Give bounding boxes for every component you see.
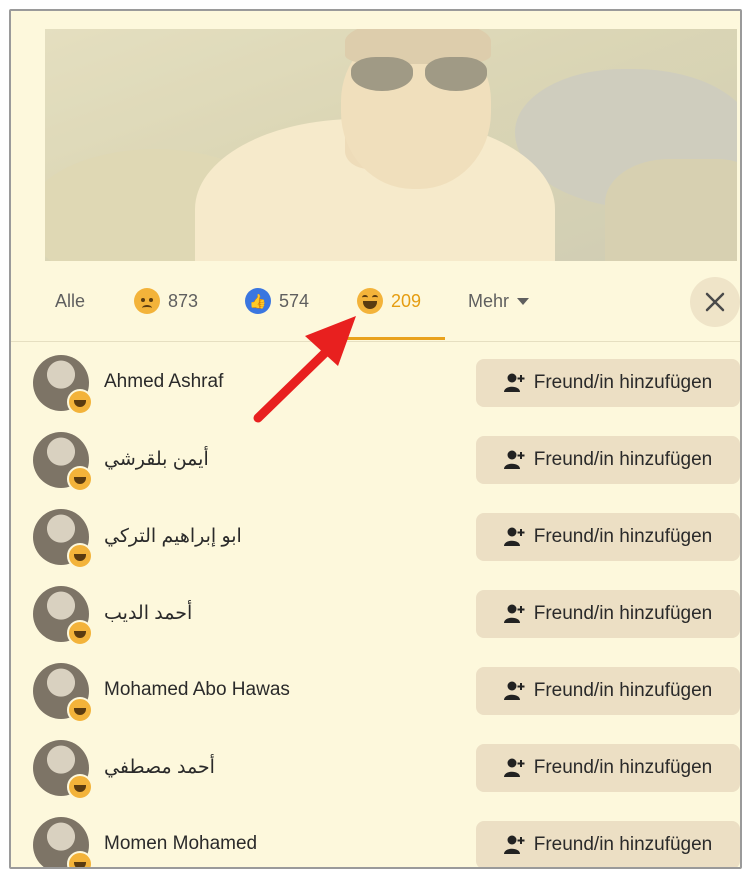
tab-more[interactable]: Mehr — [468, 283, 530, 319]
add-friend-button[interactable]: Freund/in hinzufügen — [476, 436, 740, 484]
add-friend-icon — [503, 450, 525, 469]
add-friend-icon — [503, 758, 525, 777]
list-item: أحمد مصطفي Freund/in hinzufügen — [11, 734, 740, 811]
avatar[interactable] — [33, 355, 93, 415]
list-item: Momen Mohamed Freund/in hinzufügen — [11, 811, 740, 867]
add-friend-icon — [503, 604, 525, 623]
add-friend-label: Freund/in hinzufügen — [533, 834, 713, 855]
reaction-tabs: Alle 873 👍 574 209 Mehr — [11, 261, 740, 342]
list-item: أحمد الديب Freund/in hinzufügen — [11, 580, 740, 657]
add-friend-button[interactable]: Freund/in hinzufügen — [476, 513, 740, 561]
avatar[interactable] — [33, 817, 93, 867]
list-item: Ahmed Ashraf Freund/in hinzufügen — [11, 349, 740, 426]
reactions-dialog: Alle 873 👍 574 209 Mehr Ahmed Ashraf Fre… — [9, 9, 742, 869]
avatar[interactable] — [33, 740, 93, 800]
person-name[interactable]: Mohamed Abo Hawas — [104, 679, 290, 701]
add-friend-button[interactable]: Freund/in hinzufügen — [476, 359, 740, 407]
person-name[interactable]: ابو إبراهيم التركي — [104, 525, 242, 548]
cover-photo — [45, 29, 737, 261]
sad-reaction-icon — [134, 288, 160, 314]
avatar[interactable] — [33, 509, 93, 569]
haha-reaction-icon — [67, 697, 93, 723]
add-friend-button[interactable]: Freund/in hinzufügen — [476, 744, 740, 792]
tab-more-label: Mehr — [468, 290, 510, 311]
tab-haha-count: 209 — [391, 290, 422, 311]
add-friend-label: Freund/in hinzufügen — [533, 372, 713, 393]
tab-like-count: 574 — [279, 290, 310, 311]
list-item: Mohamed Abo Hawas Freund/in hinzufügen — [11, 657, 740, 734]
avatar[interactable] — [33, 663, 93, 723]
add-friend-button[interactable]: Freund/in hinzufügen — [476, 821, 740, 867]
person-name[interactable]: Ahmed Ashraf — [104, 371, 223, 393]
haha-reaction-icon — [67, 466, 93, 492]
add-friend-label: Freund/in hinzufügen — [533, 680, 713, 701]
tab-all[interactable]: Alle — [55, 283, 85, 319]
close-icon — [705, 292, 725, 312]
person-name[interactable]: أحمد الديب — [104, 602, 192, 625]
haha-reaction-icon — [67, 543, 93, 569]
haha-reaction-icon — [67, 389, 93, 415]
add-friend-label: Freund/in hinzufügen — [533, 757, 713, 778]
chevron-down-icon — [517, 297, 530, 305]
add-friend-icon — [503, 373, 525, 392]
add-friend-label: Freund/in hinzufügen — [533, 526, 713, 547]
tab-haha[interactable]: 209 — [357, 283, 421, 319]
haha-reaction-icon — [67, 620, 93, 646]
add-friend-button[interactable]: Freund/in hinzufügen — [476, 590, 740, 638]
tab-all-label: Alle — [55, 290, 86, 311]
add-friend-icon — [503, 835, 525, 854]
tab-sad-count: 873 — [168, 290, 199, 311]
close-button[interactable] — [690, 277, 740, 327]
add-friend-label: Freund/in hinzufügen — [533, 603, 713, 624]
person-name[interactable]: أيمن بلقرشي — [104, 448, 209, 471]
add-friend-button[interactable]: Freund/in hinzufügen — [476, 667, 740, 715]
person-name[interactable]: Momen Mohamed — [104, 833, 257, 855]
active-tab-indicator — [341, 337, 445, 340]
haha-reaction-icon — [67, 774, 93, 800]
haha-reaction-icon — [67, 851, 93, 867]
avatar[interactable] — [33, 432, 93, 492]
avatar[interactable] — [33, 586, 93, 646]
add-friend-label: Freund/in hinzufügen — [533, 449, 713, 470]
haha-reaction-icon — [357, 288, 383, 314]
list-item: أيمن بلقرشي Freund/in hinzufügen — [11, 426, 740, 503]
person-name[interactable]: أحمد مصطفي — [104, 756, 215, 779]
tab-like[interactable]: 👍 574 — [245, 283, 309, 319]
like-reaction-icon: 👍 — [245, 288, 271, 314]
tab-sad[interactable]: 873 — [134, 283, 198, 319]
add-friend-icon — [503, 681, 525, 700]
list-item: ابو إبراهيم التركي Freund/in hinzufügen — [11, 503, 740, 580]
add-friend-icon — [503, 527, 525, 546]
